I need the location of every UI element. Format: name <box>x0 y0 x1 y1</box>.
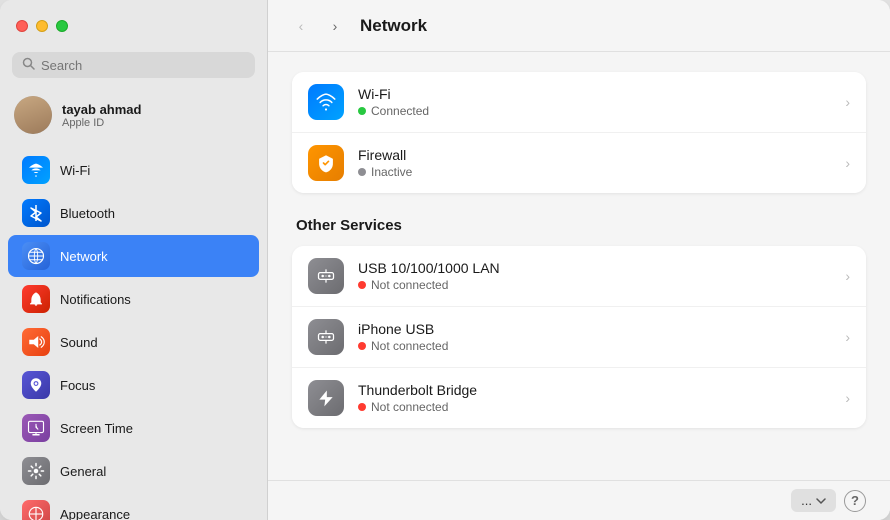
firewall-service-info: Firewall Inactive <box>358 147 831 179</box>
thunderbolt-status-dot <box>358 403 366 411</box>
thunderbolt-name: Thunderbolt Bridge <box>358 382 831 398</box>
firewall-service-icon <box>308 145 344 181</box>
maximize-button[interactable] <box>56 20 68 32</box>
notifications-icon <box>22 285 50 313</box>
user-name: tayab ahmad <box>62 102 141 117</box>
wifi-service-icon <box>308 84 344 120</box>
thunderbolt-chevron-icon: › <box>845 390 850 406</box>
service-item-firewall[interactable]: Firewall Inactive › <box>292 133 866 193</box>
iphone-usb-status-text: Not connected <box>371 339 448 353</box>
top-services-list: Wi-Fi Connected › <box>292 72 866 193</box>
content-title: Network <box>360 16 427 36</box>
service-item-usb-lan[interactable]: USB 10/100/1000 LAN Not connected › <box>292 246 866 307</box>
usb-lan-icon <box>308 258 344 294</box>
focus-icon <box>22 371 50 399</box>
sidebar-nav: Wi-Fi Bluetooth <box>0 146 267 520</box>
sidebar-item-network[interactable]: Network <box>8 235 259 277</box>
usb-lan-name: USB 10/100/1000 LAN <box>358 260 831 276</box>
titlebar <box>0 0 267 52</box>
user-profile[interactable]: tayab ahmad Apple ID <box>0 88 267 142</box>
content-body: Wi-Fi Connected › <box>268 52 890 480</box>
user-info: tayab ahmad Apple ID <box>62 102 141 129</box>
appearance-icon <box>22 500 50 520</box>
wifi-service-info: Wi-Fi Connected <box>358 86 831 118</box>
firewall-status-text: Inactive <box>371 165 412 179</box>
sidebar-item-notifications[interactable]: Notifications <box>8 278 259 320</box>
iphone-usb-info: iPhone USB Not connected <box>358 321 831 353</box>
sidebar-label-wifi: Wi-Fi <box>60 163 90 178</box>
sidebar-item-wifi[interactable]: Wi-Fi <box>8 149 259 191</box>
sidebar-label-appearance: Appearance <box>60 507 130 520</box>
help-label: ? <box>851 493 859 508</box>
firewall-service-name: Firewall <box>358 147 831 163</box>
wifi-chevron-icon: › <box>845 94 850 110</box>
wifi-service-name: Wi-Fi <box>358 86 831 102</box>
sidebar-item-general[interactable]: General <box>8 450 259 492</box>
sidebar-item-bluetooth[interactable]: Bluetooth <box>8 192 259 234</box>
sidebar-item-sound[interactable]: Sound <box>8 321 259 363</box>
thunderbolt-status-text: Not connected <box>371 400 448 414</box>
iphone-usb-name: iPhone USB <box>358 321 831 337</box>
search-bar[interactable] <box>12 52 255 78</box>
thunderbolt-icon <box>308 380 344 416</box>
other-services-header: Other Services <box>296 217 866 234</box>
sidebar: tayab ahmad Apple ID Wi-Fi <box>0 0 268 520</box>
wifi-service-status: Connected <box>358 104 831 118</box>
sidebar-label-bluetooth: Bluetooth <box>60 206 115 221</box>
sidebar-item-focus[interactable]: Focus <box>8 364 259 406</box>
wifi-icon <box>22 156 50 184</box>
wifi-status-text: Connected <box>371 104 429 118</box>
iphone-usb-status-dot <box>358 342 366 350</box>
screentime-icon <box>22 414 50 442</box>
network-icon <box>22 242 50 270</box>
sidebar-label-notifications: Notifications <box>60 292 131 307</box>
back-button[interactable]: ‹ <box>288 13 314 39</box>
minimize-button[interactable] <box>36 20 48 32</box>
search-icon <box>22 57 35 73</box>
firewall-status-dot <box>358 168 366 176</box>
service-item-wifi[interactable]: Wi-Fi Connected › <box>292 72 866 133</box>
thunderbolt-status: Not connected <box>358 400 831 414</box>
search-input[interactable] <box>41 58 245 73</box>
more-options-label: ... <box>801 493 812 508</box>
usb-lan-chevron-icon: › <box>845 268 850 284</box>
general-icon <box>22 457 50 485</box>
system-preferences-window: tayab ahmad Apple ID Wi-Fi <box>0 0 890 520</box>
wifi-status-dot <box>358 107 366 115</box>
sidebar-item-appearance[interactable]: Appearance <box>8 493 259 520</box>
firewall-service-status: Inactive <box>358 165 831 179</box>
close-button[interactable] <box>16 20 28 32</box>
sidebar-label-screentime: Screen Time <box>60 421 133 436</box>
sidebar-label-sound: Sound <box>60 335 98 350</box>
forward-button[interactable]: › <box>322 13 348 39</box>
other-services-list: USB 10/100/1000 LAN Not connected › <box>292 246 866 428</box>
sidebar-label-focus: Focus <box>60 378 95 393</box>
bluetooth-icon <box>22 199 50 227</box>
sidebar-label-general: General <box>60 464 106 479</box>
iphone-usb-icon <box>308 319 344 355</box>
iphone-usb-status: Not connected <box>358 339 831 353</box>
firewall-chevron-icon: › <box>845 155 850 171</box>
content-footer: ... ? <box>268 480 890 520</box>
avatar <box>14 96 52 134</box>
user-subtitle: Apple ID <box>62 117 141 129</box>
thunderbolt-info: Thunderbolt Bridge Not connected <box>358 382 831 414</box>
sidebar-label-network: Network <box>60 249 108 264</box>
service-item-iphone-usb[interactable]: iPhone USB Not connected › <box>292 307 866 368</box>
iphone-usb-chevron-icon: › <box>845 329 850 345</box>
dropdown-chevron-icon <box>816 497 826 505</box>
content-titlebar: ‹ › Network <box>268 0 890 52</box>
usb-lan-status-dot <box>358 281 366 289</box>
main-content: ‹ › Network Wi-Fi <box>268 0 890 520</box>
usb-lan-info: USB 10/100/1000 LAN Not connected <box>358 260 831 292</box>
sidebar-item-screentime[interactable]: Screen Time <box>8 407 259 449</box>
usb-lan-status-text: Not connected <box>371 278 448 292</box>
help-button[interactable]: ? <box>844 490 866 512</box>
more-options-button[interactable]: ... <box>791 489 836 512</box>
usb-lan-status: Not connected <box>358 278 831 292</box>
sound-icon <box>22 328 50 356</box>
service-item-thunderbolt[interactable]: Thunderbolt Bridge Not connected › <box>292 368 866 428</box>
